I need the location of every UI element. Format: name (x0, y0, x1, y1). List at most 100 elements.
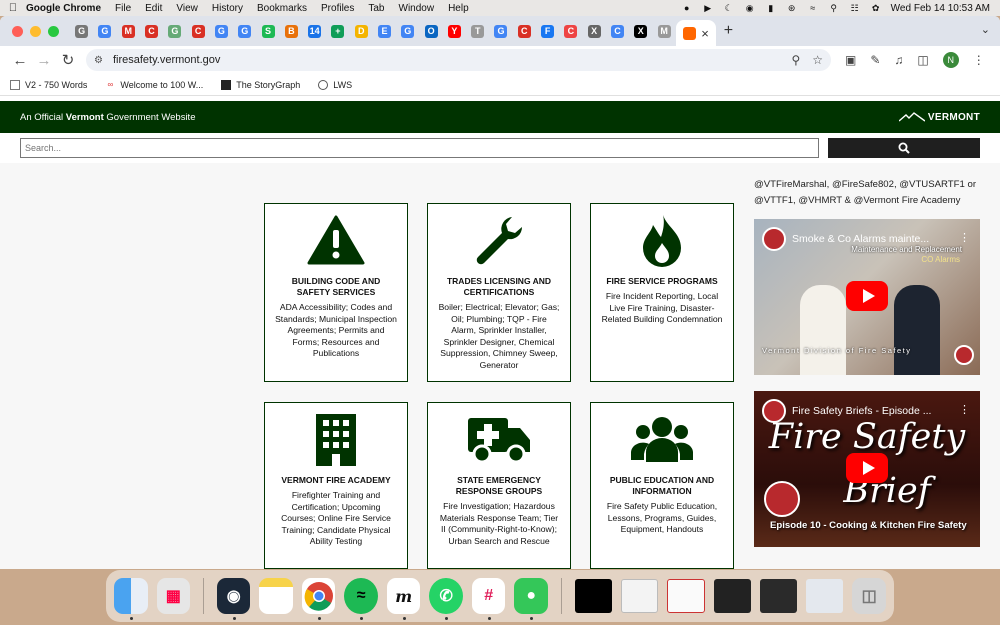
bookmark-star-icon[interactable]: ☆ (812, 53, 823, 67)
browser-tab[interactable]: 14 (303, 20, 326, 42)
video-smoke-co-alarms[interactable]: Smoke & Co Alarms mainte... ⋮ Maintenanc… (754, 219, 980, 375)
app-menu[interactable]: Google Chrome (26, 3, 101, 14)
menu-history[interactable]: History (212, 3, 243, 14)
dock-launchpad-icon[interactable]: ▦ (156, 578, 190, 614)
card-trades-licensing[interactable]: Trades Licensing and Certifications Boil… (427, 203, 571, 382)
active-tab[interactable]: × (675, 20, 716, 46)
record-icon[interactable]: ◉ (744, 3, 756, 13)
browser-tab[interactable]: X (583, 20, 606, 42)
menu-bookmarks[interactable]: Bookmarks (257, 3, 307, 14)
reload-button[interactable]: ↻ (56, 51, 80, 69)
minimize-window-button[interactable] (30, 25, 41, 37)
apple-menu-icon[interactable]:  (0, 2, 26, 14)
dock-notes-icon[interactable] (259, 578, 293, 614)
control-center-icon[interactable]: ☷ (849, 3, 861, 13)
dock-m-app-icon[interactable]: m (386, 578, 421, 620)
browser-tab[interactable]: C (606, 20, 629, 42)
profile-avatar[interactable]: N (942, 52, 959, 68)
menu-profiles[interactable]: Profiles (321, 3, 354, 14)
menu-view[interactable]: View (176, 3, 198, 14)
dock-window-thumbnail[interactable] (667, 579, 705, 613)
browser-tab[interactable]: G (489, 20, 512, 42)
menu-help[interactable]: Help (448, 3, 469, 14)
menubar-clock[interactable]: Wed Feb 14 10:53 AM (891, 3, 990, 14)
dock-trash-icon[interactable]: ◫ (852, 578, 886, 614)
menu-file[interactable]: File (115, 3, 131, 14)
browser-tab[interactable]: M (117, 20, 140, 42)
tab-search-chevron-icon[interactable]: ⌄ (981, 23, 990, 36)
site-search-input[interactable] (20, 138, 820, 158)
browser-tab[interactable]: G (233, 20, 256, 42)
dock-window-thumbnail[interactable] (713, 579, 752, 613)
browser-tab[interactable]: M (652, 20, 675, 42)
extension-icon[interactable]: ▣ (845, 53, 856, 67)
dock-window-thumbnail[interactable] (806, 579, 844, 613)
zoom-window-button[interactable] (48, 25, 59, 37)
play-button-icon[interactable] (846, 453, 888, 483)
browser-tab[interactable]: + (326, 20, 349, 42)
video-menu-icon[interactable]: ⋮ (959, 231, 970, 244)
puzzle-icon[interactable]: ✎ (870, 53, 880, 67)
dock-finder-icon[interactable] (114, 578, 148, 620)
browser-tab[interactable]: D (350, 20, 373, 42)
side-panel-icon[interactable]: ◫ (917, 53, 928, 67)
site-search-button[interactable] (828, 138, 980, 158)
dock-window-thumbnail[interactable] (574, 579, 613, 613)
browser-tab[interactable]: C (186, 20, 209, 42)
url-text[interactable]: firesafety.vermont.gov (113, 54, 779, 66)
bookmark-750-words[interactable]: V2 - 750 Words (10, 79, 87, 90)
back-button[interactable]: ← (8, 52, 32, 69)
menu-window[interactable]: Window (399, 3, 435, 14)
new-tab-button[interactable]: + (724, 22, 733, 40)
vermont-logo[interactable]: VERMONT (898, 112, 980, 123)
video-menu-icon[interactable]: ⋮ (959, 403, 970, 416)
forward-button[interactable]: → (32, 52, 56, 69)
card-public-education[interactable]: Public Education and Information Fire Sa… (590, 402, 734, 569)
browser-tab[interactable]: G (163, 20, 186, 42)
browser-tab[interactable]: G (210, 20, 233, 42)
dock-spotify-icon[interactable]: ≈ (344, 578, 378, 620)
card-building-code[interactable]: Building Code and Safety Services ADA Ac… (264, 203, 408, 382)
more-menu-icon[interactable]: ⋮ (973, 53, 985, 67)
moon-icon[interactable]: ☾ (723, 3, 735, 13)
close-tab-icon[interactable]: × (701, 26, 709, 41)
card-emergency-response[interactable]: State Emergency Response Groups Fire Inv… (427, 402, 571, 569)
dock-steam-icon[interactable]: ◉ (216, 578, 251, 620)
browser-tab[interactable]: C (140, 20, 163, 42)
browser-tab[interactable]: S (256, 20, 279, 42)
play-button-icon[interactable] (846, 281, 888, 311)
browser-tab[interactable]: G (93, 20, 116, 42)
battery-icon[interactable]: ▮ (765, 3, 777, 13)
dock-window-thumbnail[interactable] (760, 579, 798, 613)
bookmark-storygraph[interactable]: The StoryGraph (221, 79, 300, 90)
browser-tab[interactable]: F (536, 20, 559, 42)
dock-whatsapp-icon[interactable]: ✆ (429, 578, 463, 620)
address-bar[interactable]: ⚙ firesafety.vermont.gov ⚲ ☆ (86, 49, 831, 71)
card-fire-service[interactable]: Fire Service Programs Fire Incident Repo… (590, 203, 734, 382)
zoom-icon[interactable]: ⚲ (791, 53, 800, 67)
close-window-button[interactable] (12, 25, 23, 37)
play-icon[interactable]: ▶ (702, 3, 714, 13)
browser-tab[interactable]: Y (443, 20, 466, 42)
browser-tab[interactable]: T (466, 20, 489, 42)
dock-window-thumbnail[interactable] (621, 579, 659, 613)
browser-tab[interactable]: G (396, 20, 419, 42)
browser-tab[interactable]: B (280, 20, 303, 42)
bluetooth-icon[interactable]: ⊛ (786, 3, 798, 13)
dock-chrome-icon[interactable] (301, 578, 336, 620)
browser-tab[interactable]: E (373, 20, 396, 42)
site-info-icon[interactable]: ⚙ (94, 55, 103, 66)
siri-icon[interactable]: ✿ (870, 3, 882, 13)
wifi-icon[interactable]: ≈ (807, 3, 819, 13)
search-icon[interactable]: ⚲ (828, 3, 840, 13)
bookmark-100-words[interactable]: ∞ Welcome to 100 W... (105, 80, 204, 90)
menu-tab[interactable]: Tab (368, 3, 384, 14)
menu-edit[interactable]: Edit (145, 3, 162, 14)
browser-tab[interactable]: X (629, 20, 652, 42)
bookmark-lws[interactable]: LWS (318, 79, 352, 90)
dock-slack-icon[interactable]: # (471, 578, 506, 620)
browser-tab[interactable]: C (559, 20, 582, 42)
card-fire-academy[interactable]: Vermont Fire Academy Firefighter Trainin… (264, 402, 408, 569)
video-fire-safety-briefs[interactable]: Fire Safety Briefs - Episode ... ⋮ Fire … (754, 391, 980, 547)
media-icon[interactable]: ♫ (894, 53, 903, 67)
